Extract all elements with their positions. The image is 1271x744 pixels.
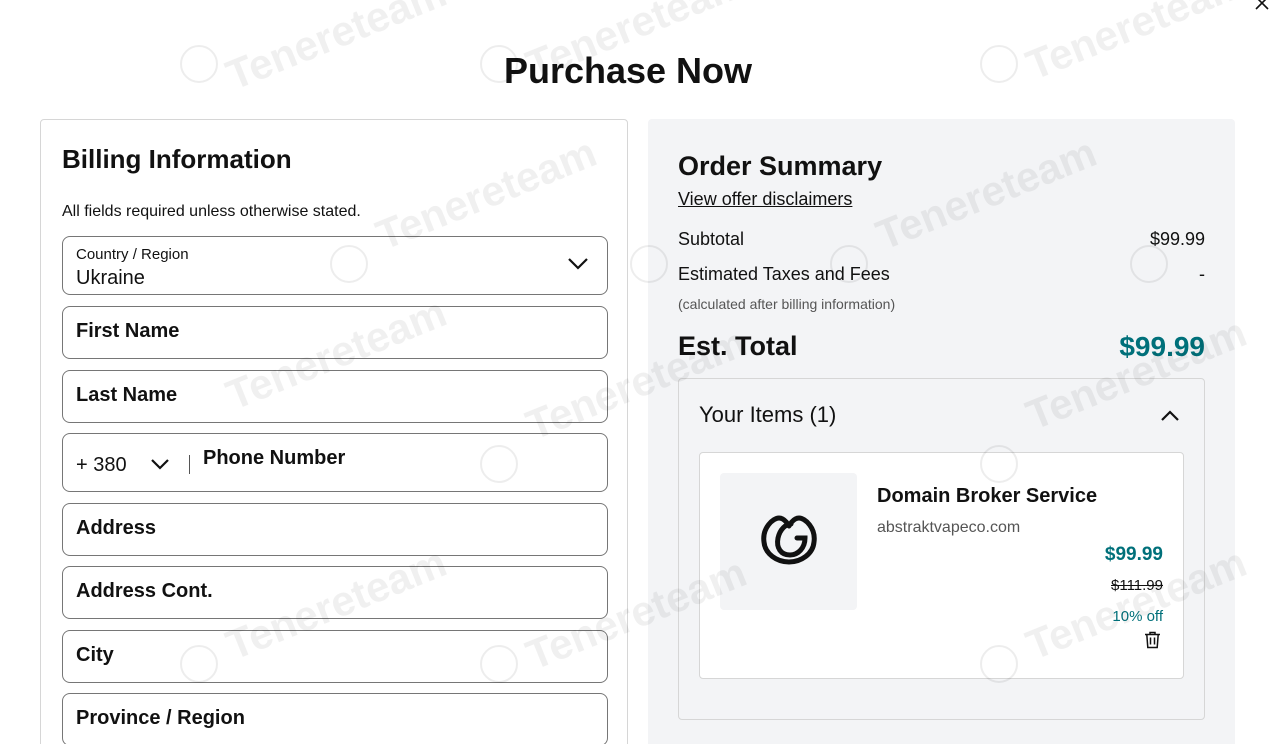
taxes-label: Estimated Taxes and Fees	[678, 264, 890, 284]
page-title: Purchase Now	[503, 50, 753, 91]
city-placeholder: City	[76, 644, 114, 666]
last-name-placeholder: Last Name	[76, 384, 178, 406]
subtotal-row: Subtotal $99.99	[678, 229, 1205, 250]
country-code-select[interactable]: + 380	[76, 454, 127, 477]
city-field[interactable]: City	[62, 630, 608, 683]
first-name-field[interactable]: First Name	[62, 306, 608, 359]
address-field[interactable]: Address	[62, 503, 608, 556]
items-heading[interactable]: Your Items (1)	[699, 402, 836, 428]
close-icon[interactable]	[1255, 0, 1269, 10]
address-placeholder: Address	[76, 517, 157, 539]
required-note: All fields required unless otherwise sta…	[62, 203, 361, 220]
billing-panel: Billing Information All fields required …	[40, 119, 628, 744]
trash-icon[interactable]	[1144, 631, 1161, 654]
view-disclaimers-link[interactable]: View offer disclaimers	[678, 189, 852, 210]
subtotal-label: Subtotal	[678, 229, 745, 249]
first-name-placeholder: First Name	[76, 320, 180, 342]
subtotal-value: $99.99	[1149, 229, 1205, 249]
country-value: Ukraine	[76, 267, 145, 289]
cart-item: Domain Broker Service abstraktvapeco.com…	[699, 452, 1184, 679]
phone-field[interactable]: + 380 Phone Number	[62, 433, 608, 492]
phone-divider	[189, 455, 190, 474]
phone-placeholder: Phone Number	[203, 447, 346, 469]
product-name: Domain Broker Service	[877, 485, 1098, 507]
godaddy-logo-icon	[759, 512, 819, 571]
country-label: Country / Region	[76, 246, 189, 263]
order-summary-panel: Order Summary View offer disclaimers Sub…	[648, 119, 1235, 744]
province-field[interactable]: Province / Region	[62, 693, 608, 744]
country-select[interactable]: Country / Region Ukraine	[62, 236, 608, 295]
last-name-field[interactable]: Last Name	[62, 370, 608, 423]
address-cont-field[interactable]: Address Cont.	[62, 566, 608, 619]
your-items-section: Your Items (1) Domain Broker Service abs…	[678, 378, 1205, 720]
province-placeholder: Province / Region	[76, 707, 245, 729]
taxes-value: -	[1199, 264, 1205, 284]
product-discount: 10% off	[1112, 608, 1163, 625]
product-old-price: $111.99	[1111, 577, 1163, 594]
product-thumbnail	[720, 473, 857, 610]
product-domain: abstraktvapeco.com	[877, 519, 1021, 536]
summary-heading: Order Summary	[678, 151, 883, 181]
billing-heading: Billing Information	[62, 144, 292, 174]
address-cont-placeholder: Address Cont.	[76, 580, 213, 602]
product-price: $99.99	[1104, 544, 1163, 565]
total-value: $99.99	[1119, 331, 1205, 362]
chevron-down-icon	[567, 257, 589, 276]
chevron-down-icon[interactable]	[150, 458, 170, 476]
taxes-note: (calculated after billing information)	[678, 296, 896, 312]
chevron-up-icon[interactable]	[1160, 409, 1180, 427]
total-label: Est. Total	[678, 331, 798, 361]
total-row: Est. Total $99.99	[678, 331, 1205, 362]
taxes-row: Estimated Taxes and Fees -	[678, 264, 1205, 285]
